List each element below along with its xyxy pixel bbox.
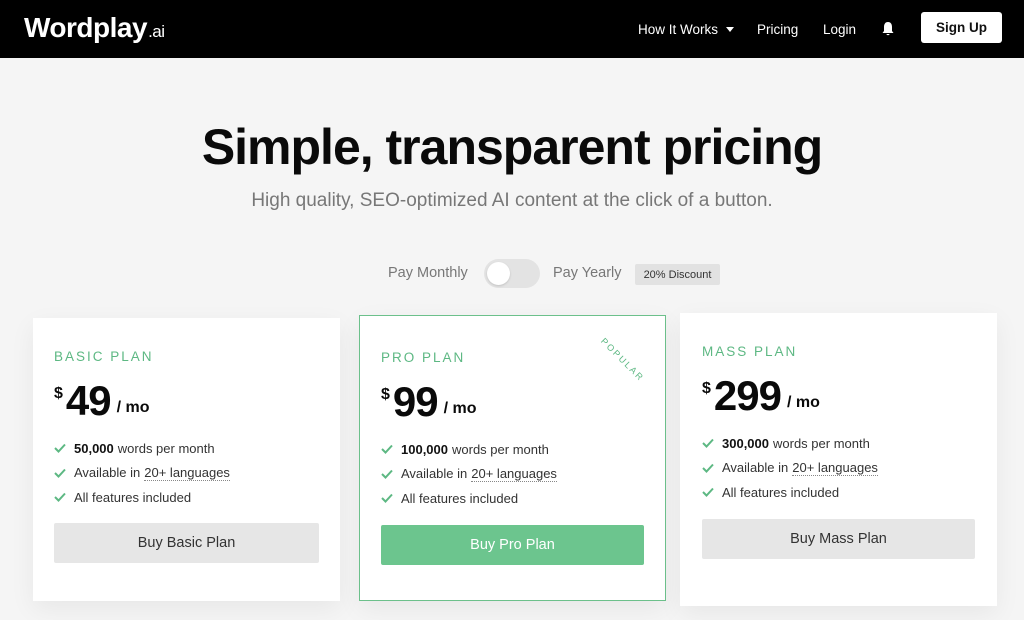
sign-up-button[interactable]: Sign Up	[921, 12, 1002, 43]
mass-plan-card: MASS PLAN $ 299 / mo 300,000 words per mo…	[680, 313, 997, 606]
check-icon	[381, 445, 393, 455]
nav-pricing[interactable]: Pricing	[757, 0, 798, 58]
plan-price: $ 99 / mo	[381, 381, 477, 423]
buy-pro-plan-button[interactable]: Buy Pro Plan	[381, 525, 644, 565]
plan-name: BASIC PLAN	[54, 349, 154, 364]
feature-item: Available in 20+ languages	[381, 462, 557, 487]
languages-label: Available in	[74, 465, 141, 481]
word-count: 50,000	[74, 440, 114, 456]
feature-list: 100,000 words per month Available in 20+ l…	[381, 437, 557, 511]
page-subtitle: High quality, SEO-optimized AI content a…	[251, 190, 773, 211]
word-count-label: words per month	[117, 440, 215, 456]
feature-item: 50,000 words per month	[54, 436, 230, 461]
languages-tooltip-link[interactable]: 20+ languages	[792, 460, 878, 476]
nav-how-it-works-label: How It Works	[638, 21, 719, 37]
check-icon	[54, 444, 66, 454]
buy-mass-plan-button[interactable]: Buy Mass Plan	[702, 519, 975, 559]
plan-price: $ 49 / mo	[54, 380, 150, 422]
feature-item: Available in 20+ languages	[702, 456, 878, 481]
wordplay-logo[interactable]: Wordplay.ai	[24, 12, 165, 44]
feature-list: 50,000 words per month Available in 20+ la…	[54, 436, 230, 510]
check-icon	[702, 439, 714, 449]
feature-item: 100,000 words per month	[381, 437, 557, 462]
all-features-label: All features included	[722, 484, 840, 500]
check-icon	[702, 463, 714, 473]
check-icon	[54, 493, 66, 503]
price-period: / mo	[443, 400, 477, 417]
languages-label: Available in	[722, 460, 789, 476]
feature-item: All features included	[381, 486, 557, 511]
nav-login[interactable]: Login	[823, 0, 856, 58]
word-count: 300,000	[722, 435, 769, 451]
plan-name: MASS PLAN	[702, 344, 798, 359]
toggle-knob	[487, 262, 510, 285]
nav-pricing-label: Pricing	[757, 21, 799, 37]
basic-plan-card: BASIC PLAN $ 49 / mo 50,000 words per mon…	[33, 318, 340, 601]
page-title: Simple, transparent pricing	[201, 119, 823, 175]
languages-label: Available in	[401, 466, 468, 482]
currency-symbol: $	[381, 386, 390, 403]
plan-price: $ 299 / mo	[702, 375, 820, 417]
check-icon	[381, 469, 393, 479]
languages-tooltip-link[interactable]: 20+ languages	[144, 465, 230, 481]
pay-monthly-label[interactable]: Pay Monthly	[388, 265, 468, 281]
currency-symbol: $	[54, 385, 63, 402]
check-icon	[54, 468, 66, 478]
all-features-label: All features included	[74, 489, 192, 505]
discount-badge: 20% Discount	[635, 264, 720, 285]
buy-basic-plan-button[interactable]: Buy Basic Plan	[54, 523, 319, 563]
price-period: / mo	[116, 399, 150, 416]
price-amount: 49	[65, 377, 112, 424]
nav-how-it-works[interactable]: How It Works	[638, 0, 735, 58]
word-count: 100,000	[401, 441, 448, 457]
feature-item: Available in 20+ languages	[54, 461, 230, 486]
feature-item: All features included	[54, 485, 230, 510]
feature-item: 300,000 words per month	[702, 431, 878, 456]
feature-item: All features included	[702, 480, 878, 505]
all-features-label: All features included	[401, 490, 519, 506]
languages-tooltip-link[interactable]: 20+ languages	[471, 466, 557, 482]
logo-suffix: .ai	[148, 22, 165, 41]
price-amount: 299	[713, 372, 782, 419]
chevron-down-icon	[726, 26, 735, 32]
bell-icon[interactable]	[881, 21, 895, 37]
check-icon	[381, 494, 393, 504]
top-navigation-bar: Wordplay.ai How It Works Pricing Login S…	[0, 0, 1024, 58]
logo-text: Wordplay	[24, 12, 148, 43]
pay-yearly-label[interactable]: Pay Yearly	[553, 265, 622, 281]
price-period: / mo	[786, 394, 820, 411]
word-count-label: words per month	[773, 435, 870, 451]
feature-list: 300,000 words per month Available in 20+ l…	[702, 431, 878, 505]
plan-name: PRO PLAN	[381, 350, 466, 365]
check-icon	[702, 488, 714, 498]
price-amount: 99	[392, 378, 439, 425]
billing-toggle[interactable]	[484, 259, 540, 288]
nav-login-label: Login	[823, 21, 857, 37]
currency-symbol: $	[702, 380, 711, 397]
word-count-label: words per month	[452, 441, 549, 457]
